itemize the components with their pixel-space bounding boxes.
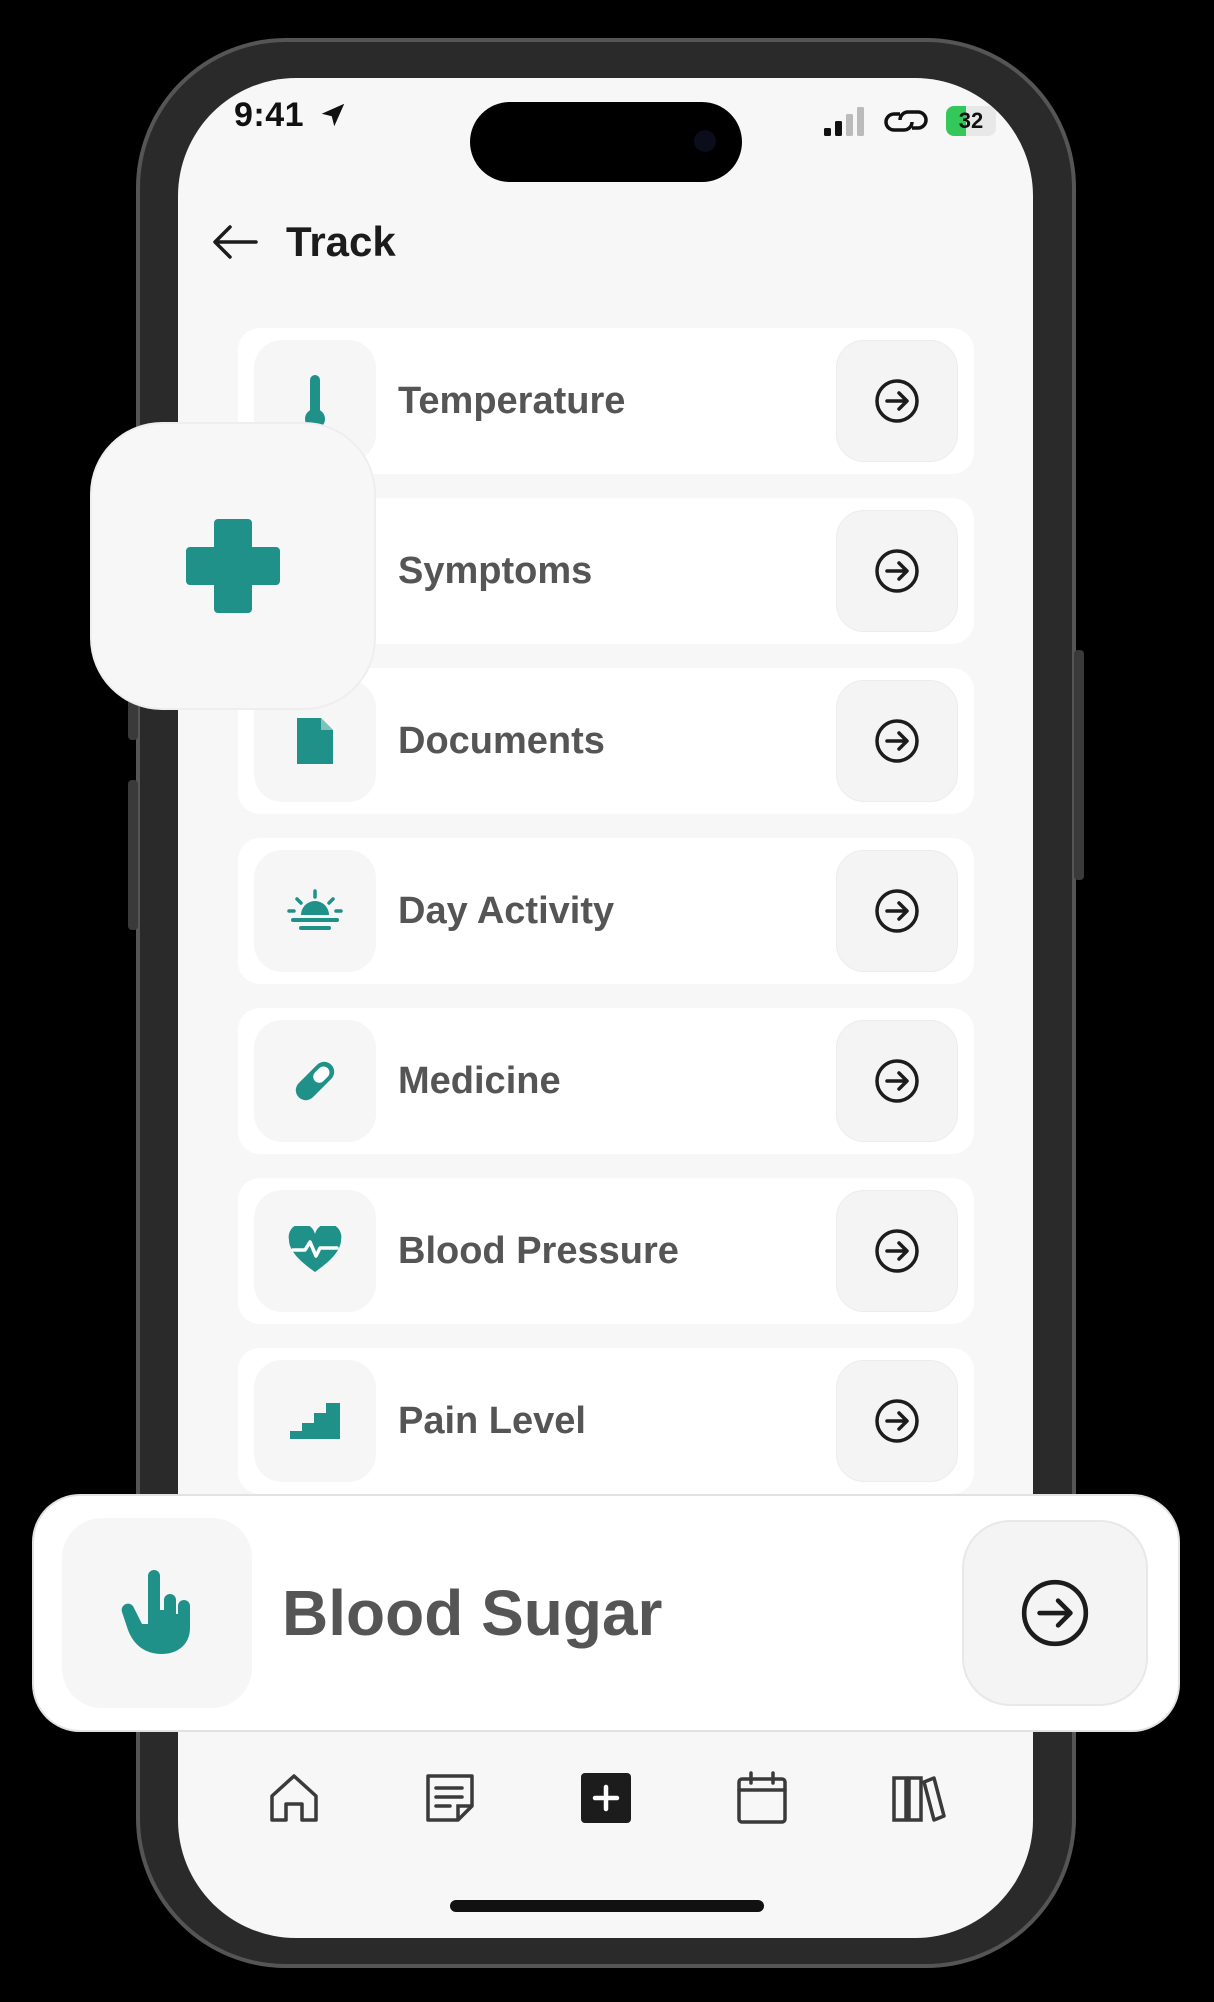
calendar-icon: [737, 1771, 787, 1824]
arrow-right-circle-icon: [875, 719, 919, 763]
arrow-right-circle-icon: [875, 889, 919, 933]
arrow-right-circle-icon: [875, 549, 919, 593]
library-icon: [892, 1776, 946, 1822]
track-item-blood-sugar[interactable]: Blood Sugar: [34, 1496, 1178, 1730]
signal-icon: [824, 107, 864, 136]
track-item-label: Pain Level: [398, 1400, 586, 1442]
heart-pulse-icon: [288, 1226, 342, 1272]
track-item-medicine[interactable]: Medicine: [238, 1008, 974, 1154]
track-item-label: Day Activity: [398, 890, 615, 932]
arrow-right-circle-icon: [875, 379, 919, 423]
dynamic-island: [470, 102, 742, 182]
arrow-right-circle-icon: [875, 1229, 919, 1273]
home-icon: [270, 1774, 318, 1822]
open-day-activity-button[interactable]: [836, 850, 958, 972]
side-button-right: [1074, 650, 1084, 880]
icon-box: [254, 850, 376, 972]
icon-box: [62, 1518, 252, 1708]
status-icons: 32: [822, 102, 1002, 142]
open-pain-level-button[interactable]: [836, 1360, 958, 1482]
page-title: Track: [286, 218, 396, 265]
open-documents-button[interactable]: [836, 680, 958, 802]
back-arrow-icon[interactable]: [210, 222, 260, 262]
battery-level: 32: [958, 108, 984, 133]
tab-add[interactable]: [576, 1768, 636, 1828]
header: Track: [210, 212, 396, 272]
volume-button-down: [128, 780, 138, 930]
battery-indicator: 32: [946, 106, 996, 136]
tab-notes[interactable]: [420, 1768, 480, 1828]
home-indicator[interactable]: [450, 1900, 764, 1912]
track-item-label: Symptoms: [398, 550, 593, 592]
document-icon: [297, 718, 333, 764]
track-item-label: Documents: [398, 720, 605, 762]
track-item-label: Blood Pressure: [398, 1230, 679, 1272]
add-icon: [581, 1773, 631, 1823]
location-arrow-icon: [321, 103, 345, 127]
open-temperature-button[interactable]: [836, 340, 958, 462]
tab-calendar[interactable]: [732, 1768, 792, 1828]
open-medicine-button[interactable]: [836, 1020, 958, 1142]
track-item-label: Blood Sugar: [282, 1577, 663, 1649]
track-item-label: Temperature: [398, 380, 626, 422]
bottom-tab-bar: [178, 1748, 1033, 1868]
thermometer-icon: [305, 375, 325, 429]
tab-library[interactable]: [888, 1768, 948, 1828]
medical-cross-icon: [186, 519, 280, 613]
pill-icon: [295, 1061, 335, 1101]
open-blood-sugar-button[interactable]: [962, 1520, 1148, 1706]
icon-box: [254, 1020, 376, 1142]
icon-box: [254, 1190, 376, 1312]
tab-home[interactable]: [264, 1768, 324, 1828]
arrow-right-circle-icon: [875, 1399, 919, 1443]
hand-pointer-icon: [121, 1570, 190, 1654]
stairs-icon: [290, 1403, 340, 1439]
track-item-pain-level[interactable]: Pain Level: [238, 1348, 974, 1494]
open-symptoms-button[interactable]: [836, 510, 958, 632]
icon-box: [254, 1360, 376, 1482]
symptoms-icon-callout: [92, 424, 374, 708]
open-blood-pressure-button[interactable]: [836, 1190, 958, 1312]
arrow-right-circle-icon: [875, 1059, 919, 1103]
arrow-right-circle-icon: [1021, 1579, 1089, 1647]
link-icon: [884, 110, 928, 132]
notes-icon: [426, 1774, 474, 1822]
status-time: 9:41: [234, 96, 348, 135]
track-item-day-activity[interactable]: Day Activity: [238, 838, 974, 984]
sunrise-icon: [287, 889, 343, 930]
track-item-label: Medicine: [398, 1060, 561, 1102]
track-item-blood-pressure[interactable]: Blood Pressure: [238, 1178, 974, 1324]
